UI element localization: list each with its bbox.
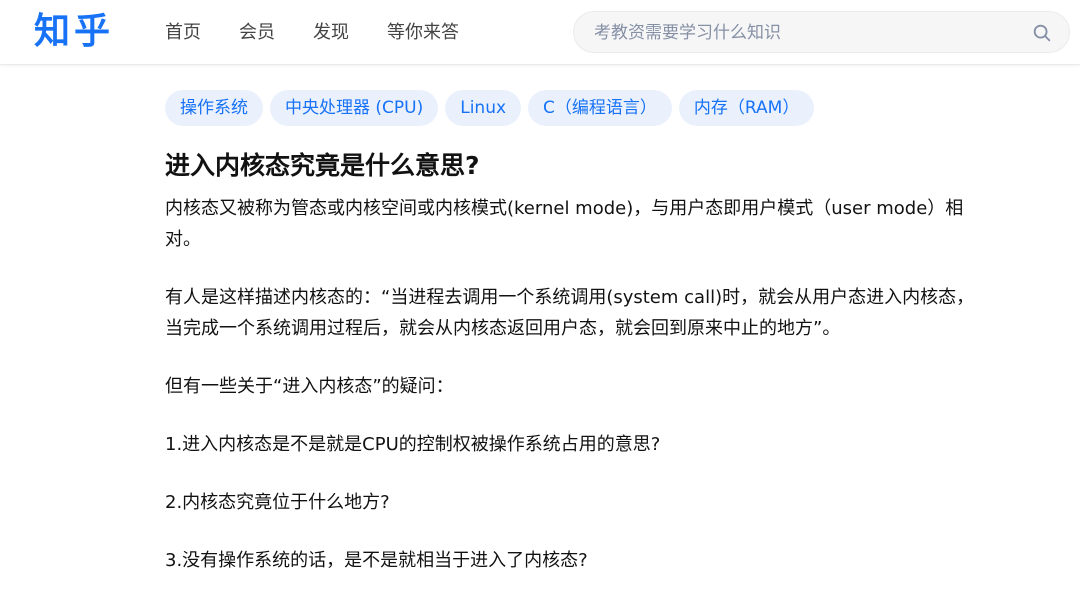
nav-item-home[interactable]: 首页 bbox=[165, 20, 201, 46]
topic-tag-ram[interactable]: 内存（RAM） bbox=[678, 90, 815, 126]
question-paragraph: 2.内核态究竟位于什么地方? bbox=[165, 492, 390, 513]
question-paragraph: 但有一些关于“进入内核态”的疑问： bbox=[165, 376, 454, 397]
topic-tag-c-language[interactable]: C（编程语言） bbox=[528, 90, 672, 126]
topic-tag-linux[interactable]: Linux bbox=[445, 90, 522, 126]
search-placeholder: 考教资需要学习什么知识 bbox=[594, 23, 781, 43]
search-icon[interactable] bbox=[1031, 22, 1053, 44]
top-header: 知乎 首页 会员 发现 等你来答 考教资需要学习什么知识 bbox=[0, 0, 1080, 65]
search-input[interactable]: 考教资需要学习什么知识 bbox=[573, 11, 1070, 53]
question-title: 进入内核态究竟是什么意思? bbox=[165, 151, 480, 180]
nav-item-discover[interactable]: 发现 bbox=[313, 20, 349, 46]
question-paragraph: 3.没有操作系统的话，是不是就相当于进入了内核态? bbox=[165, 550, 588, 571]
question-paragraph: 有人是这样描述内核态的：“当进程去调用一个系统调用(system call)时，… bbox=[165, 287, 975, 339]
question-paragraph: 1.进入内核态是不是就是CPU的控制权被操作系统占用的意思? bbox=[165, 434, 661, 455]
question-paragraph: 内核态又被称为管态或内核空间或内核模式(kernel mode)，与用户态即用户… bbox=[165, 198, 964, 250]
topic-tag-operating-system[interactable]: 操作系统 bbox=[165, 90, 263, 126]
zhihu-logo[interactable]: 知乎 bbox=[34, 8, 114, 56]
topic-tag-cpu[interactable]: 中央处理器 (CPU) bbox=[270, 90, 439, 126]
main-nav: 首页 会员 发现 等你来答 bbox=[165, 20, 497, 46]
topic-tags: 操作系统 中央处理器 (CPU) Linux C（编程语言） 内存（RAM） bbox=[165, 90, 821, 126]
nav-item-membership[interactable]: 会员 bbox=[239, 20, 275, 46]
nav-item-waiting-answers[interactable]: 等你来答 bbox=[387, 20, 459, 46]
question-detail: 内核态又被称为管态或内核空间或内核模式(kernel mode)，与用户态即用户… bbox=[165, 193, 985, 603]
